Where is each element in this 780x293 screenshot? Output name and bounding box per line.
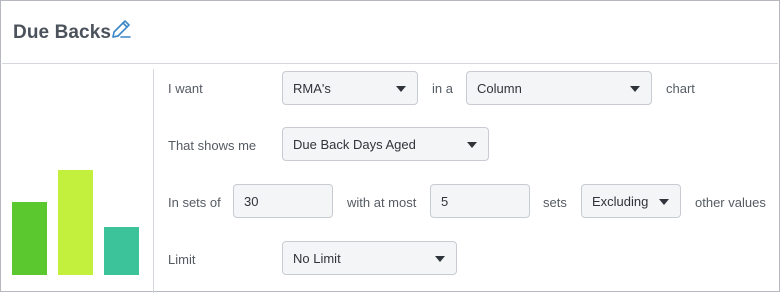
limit-label: Limit — [168, 252, 196, 267]
sets-of-label: In sets of — [168, 195, 221, 210]
chart-type-select-value: Column — [477, 80, 522, 96]
chevron-down-icon — [435, 256, 445, 262]
max-sets-input[interactable]: 5 — [430, 184, 530, 218]
metric-select[interactable]: RMA's — [282, 71, 418, 105]
in-a-label: in a — [432, 81, 453, 96]
measure-select-value: Due Back Days Aged — [293, 136, 416, 152]
chevron-down-icon — [630, 86, 640, 92]
chart-type-select[interactable]: Column — [466, 71, 652, 105]
limit-select-value: No Limit — [293, 250, 341, 266]
chevron-down-icon — [467, 142, 477, 148]
measure-select[interactable]: Due Back Days Aged — [282, 127, 489, 161]
preview-bar — [12, 202, 47, 275]
preview-bar — [58, 170, 93, 275]
i-want-label: I want — [168, 81, 203, 96]
mode-select[interactable]: Excluding — [581, 184, 681, 218]
widget-card: Due Backs I want RMA's in a Column chart… — [0, 0, 780, 293]
preview-bar — [104, 227, 139, 275]
shows-me-label: That shows me — [168, 138, 257, 153]
chevron-down-icon — [396, 86, 406, 92]
metric-select-value: RMA's — [293, 80, 331, 96]
vertical-divider — [153, 69, 154, 293]
mode-select-value: Excluding — [592, 193, 649, 209]
sets-label: sets — [543, 195, 567, 210]
other-values-label: other values — [695, 195, 766, 210]
pencil-icon[interactable] — [109, 17, 133, 41]
widget-title: Due Backs — [13, 22, 112, 43]
chart-suffix-label: chart — [666, 81, 695, 96]
limit-select[interactable]: No Limit — [282, 241, 457, 275]
chevron-down-icon — [659, 199, 669, 205]
widget-header: Due Backs — [2, 2, 778, 64]
at-most-label: with at most — [347, 195, 417, 210]
set-size-input[interactable]: 30 — [233, 184, 333, 218]
